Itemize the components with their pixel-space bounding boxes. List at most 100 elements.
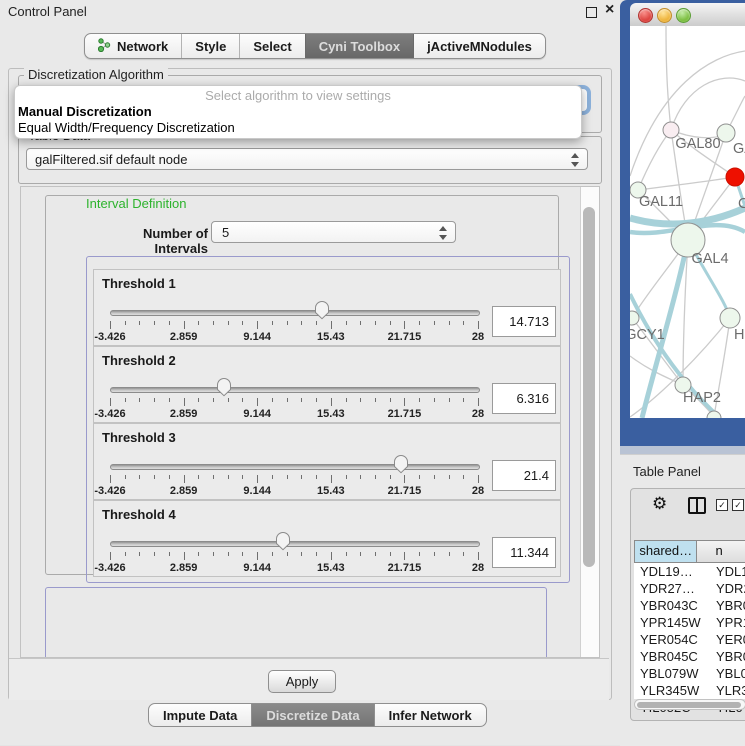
table-data-combobox[interactable]: galFiltered.sif default node <box>26 148 588 170</box>
cell-name[interactable]: YDR2 <box>708 580 745 597</box>
network-node-gcy1[interactable] <box>630 311 639 325</box>
cell-name[interactable]: YPR1 <box>708 614 745 631</box>
network-node-h[interactable] <box>720 308 740 328</box>
checkbox-icon[interactable]: ✓ <box>732 499 744 511</box>
mac-zoom-button[interactable] <box>676 8 691 23</box>
threshold-value-field[interactable]: 6.316 <box>492 383 556 414</box>
discretization-algorithm-label: Discretization Algorithm <box>24 68 168 82</box>
interval-definition-group: Interval Definition Number of Intervals … <box>45 195 559 575</box>
slider-thumb[interactable] <box>314 300 330 320</box>
slider-scale-label: -3.426 <box>94 562 125 574</box>
tab-style[interactable]: Style <box>181 34 239 58</box>
tab-label: Network <box>117 39 168 54</box>
network-edge[interactable] <box>630 208 745 224</box>
threshold-value-field[interactable]: 14.713 <box>492 306 556 337</box>
checkbox-icon[interactable]: ✓ <box>716 499 728 511</box>
panel-title: Control Panel <box>8 4 87 19</box>
network-node[interactable] <box>707 411 721 418</box>
network-node-c[interactable] <box>726 168 744 186</box>
table-row[interactable]: YBR043CYBR0 <box>634 597 745 614</box>
tab-jactivemnodules[interactable]: jActiveMNodules <box>413 34 545 58</box>
table-row[interactable]: YBL079WYBL0 <box>634 665 745 682</box>
table-horizontal-scrollbar[interactable] <box>634 699 745 710</box>
split-view-icon[interactable] <box>688 497 706 514</box>
cell-shared-name[interactable]: YDL19… <box>634 563 708 580</box>
slider-track[interactable] <box>110 464 480 470</box>
close-icon[interactable]: × <box>605 1 614 19</box>
tab-select[interactable]: Select <box>239 34 304 58</box>
cell-shared-name[interactable]: YBR043C <box>634 597 708 614</box>
threshold-value-field[interactable]: 11.344 <box>492 537 556 568</box>
table-row[interactable]: YBR045CYBR0 <box>634 648 745 665</box>
table-row[interactable]: YPR145WYPR1 <box>634 614 745 631</box>
tab-infer-network[interactable]: Infer Network <box>374 704 486 726</box>
control-panel-tabbar: Network Style Select Cyni Toolbox jActiv… <box>84 33 546 59</box>
cell-name[interactable]: YDL1 <box>708 563 745 580</box>
combo-arrows-icon <box>439 226 448 240</box>
slider-track[interactable] <box>110 541 480 547</box>
network-edge[interactable] <box>666 26 671 130</box>
settings-scroll-area: Interval Definition Number of Intervals … <box>20 186 600 658</box>
slider-scale-label: -3.426 <box>94 485 125 497</box>
number-of-intervals-combobox[interactable]: 5 <box>211 221 456 243</box>
slider-track[interactable] <box>110 310 480 316</box>
number-of-intervals-value: 5 <box>222 225 229 240</box>
slider-scale-label: -3.426 <box>94 408 125 420</box>
cell-shared-name[interactable]: YBR045C <box>634 648 708 665</box>
cell-shared-name[interactable]: YLR345W <box>634 682 708 699</box>
float-window-icon[interactable] <box>586 7 597 18</box>
threshold-slider[interactable]: -3.4262.8599.14415.4321.71528 <box>110 424 478 501</box>
settings-vertical-scrollbar[interactable] <box>580 187 599 657</box>
slider-thumb[interactable] <box>216 377 232 397</box>
network-edge[interactable] <box>638 130 671 190</box>
cell-shared-name[interactable]: YPR145W <box>634 614 708 631</box>
network-edge[interactable] <box>638 177 735 190</box>
gear-icon[interactable]: ⚙ <box>652 494 667 514</box>
tab-label: Style <box>195 39 226 54</box>
cell-shared-name[interactable]: YBL079W <box>634 665 708 682</box>
network-window-titlebar[interactable] <box>630 3 745 27</box>
column-header-name[interactable]: n <box>697 541 745 562</box>
table-row[interactable]: YER054CYER0 <box>634 631 745 648</box>
tab-impute-data[interactable]: Impute Data <box>149 704 251 726</box>
threshold-slider[interactable]: -3.4262.8599.14415.4321.71528 <box>110 270 478 347</box>
cell-shared-name[interactable]: YER054C <box>634 631 708 648</box>
network-edge[interactable] <box>630 51 745 176</box>
scrollbar-thumb[interactable] <box>583 207 595 567</box>
dropdown-option-manual-discretization[interactable]: Manual Discretization <box>18 104 152 119</box>
column-header-shared[interactable]: shared… <box>635 541 697 562</box>
mac-minimize-button[interactable] <box>657 8 672 23</box>
network-node-label: HAP2 <box>683 390 721 406</box>
threshold-slider[interactable]: -3.4262.8599.14415.4321.71528 <box>110 501 478 578</box>
network-canvas[interactable]: GAL80GACGAL11GAL4GCY1HHAP2 <box>630 26 745 418</box>
cell-name[interactable]: YBL0 <box>708 665 745 682</box>
tab-label: Infer Network <box>389 708 472 723</box>
slider-ticks <box>110 475 478 484</box>
tab-cyni-toolbox[interactable]: Cyni Toolbox <box>305 34 413 58</box>
network-node-ga[interactable] <box>717 124 735 142</box>
table-data-value: galFiltered.sif default node <box>35 152 187 167</box>
slider-scale-label: 9.144 <box>243 562 271 574</box>
slider-thumb[interactable] <box>393 454 409 474</box>
cell-name[interactable]: YER0 <box>708 631 745 648</box>
cell-name[interactable]: YLR3 <box>708 682 745 699</box>
threshold-value-field[interactable]: 21.4 <box>492 460 556 491</box>
slider-thumb[interactable] <box>275 531 291 551</box>
slider-scale-label: 9.144 <box>243 485 271 497</box>
table-row[interactable]: YLR345WYLR3 <box>634 682 745 699</box>
tab-network[interactable]: Network <box>85 34 181 58</box>
table-row[interactable]: YDL19…YDL1 <box>634 563 745 580</box>
dropdown-option-equal-width-frequency[interactable]: Equal Width/Frequency Discretization <box>18 120 235 135</box>
table-row[interactable]: YDR27…YDR2 <box>634 580 745 597</box>
scrollbar-thumb[interactable] <box>637 702 741 708</box>
cell-name[interactable]: YBR0 <box>708 648 745 665</box>
cell-name[interactable]: YBR0 <box>708 597 745 614</box>
mac-close-button[interactable] <box>638 8 653 23</box>
slider-ticks <box>110 552 478 561</box>
apply-button[interactable]: Apply <box>268 670 336 693</box>
cell-shared-name[interactable]: YDR27… <box>634 580 708 597</box>
threshold-slider[interactable]: -3.4262.8599.14415.4321.71528 <box>110 347 478 424</box>
slider-scale-label: 9.144 <box>243 408 271 420</box>
tab-discretize-data[interactable]: Discretize Data <box>251 704 373 726</box>
slider-track[interactable] <box>110 387 480 393</box>
